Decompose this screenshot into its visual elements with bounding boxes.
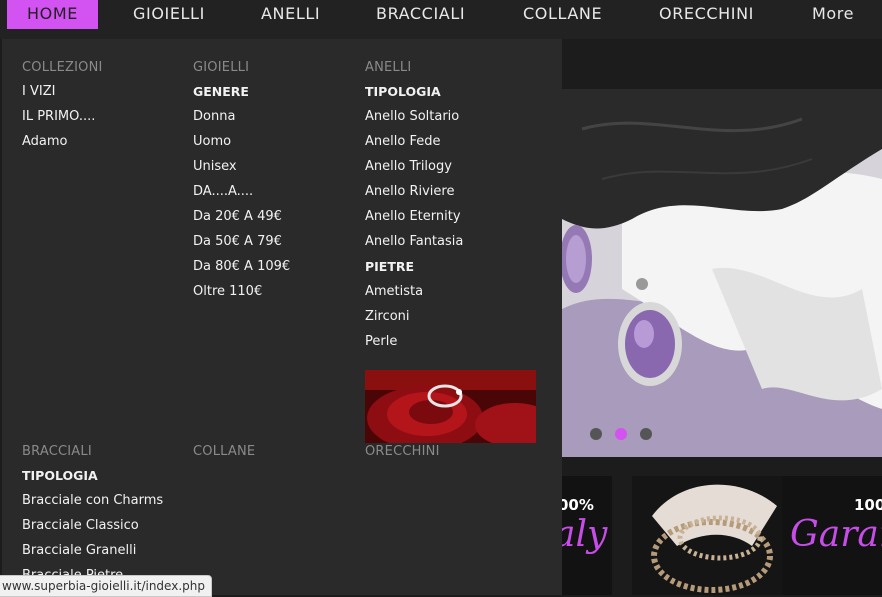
promo-script-text: aly xyxy=(562,514,608,555)
menu-link-zirconi[interactable]: Zirconi xyxy=(365,304,463,329)
menu-link-perle[interactable]: Perle xyxy=(365,329,463,354)
nav-anelli[interactable]: ANELLI xyxy=(261,0,320,29)
hero-slider-image xyxy=(562,89,882,457)
slider-dot-1[interactable] xyxy=(590,428,602,440)
menu-link-bracciale-charms[interactable]: Bracciale con Charms xyxy=(22,488,163,513)
menu-link-anello-riviere[interactable]: Anello Riviere xyxy=(365,179,463,204)
menu-column-title: COLLEZIONI xyxy=(22,60,103,75)
nav-bracciali[interactable]: BRACCIALI xyxy=(376,0,465,29)
menu-column-title: ANELLI xyxy=(365,60,412,75)
promo-guarantee[interactable]: 100 Garanti xyxy=(632,476,882,595)
promo-quality[interactable]: 00% aly xyxy=(562,476,612,595)
top-navigation: HOME GIOIELLI ANELLI BRACCIALI COLLANE O… xyxy=(0,0,882,39)
menu-link-adamo[interactable]: Adamo xyxy=(22,129,103,154)
menu-link-price-80-109[interactable]: Da 80€ A 109€ xyxy=(193,254,290,279)
menu-link-da-a[interactable]: DA....A.... xyxy=(193,179,290,204)
bracelet-photo xyxy=(632,476,782,595)
menu-link-donna[interactable]: Donna xyxy=(193,104,290,129)
nav-collane[interactable]: COLLANE xyxy=(523,0,602,29)
menu-link-price-50-79[interactable]: Da 50€ A 79€ xyxy=(193,229,290,254)
menu-link-price-over-110[interactable]: Oltre 110€ xyxy=(193,279,290,304)
menu-column-bracciali: BRACCIALI TIPOLOGIA Bracciale con Charms… xyxy=(22,441,163,588)
menu-link-price-20-49[interactable]: Da 20€ A 49€ xyxy=(193,204,290,229)
menu-column-collezioni: COLLEZIONI I VIZI IL PRIMO.... Adamo xyxy=(22,57,103,154)
menu-column-title: GIOIELLI xyxy=(193,60,250,75)
nav-gioielli[interactable]: GIOIELLI xyxy=(133,0,205,29)
slider-dot-3[interactable] xyxy=(640,428,652,440)
menu-subheading-tipologia[interactable]: TIPOLOGIA xyxy=(365,79,463,104)
ring-rose-image[interactable] xyxy=(365,370,536,443)
promo-script-text: Garanti xyxy=(790,514,882,555)
menu-link-bracciale-granelli[interactable]: Bracciale Granelli xyxy=(22,538,163,563)
menu-link-i-vizi[interactable]: I VIZI xyxy=(22,79,103,104)
menu-link-il-primo[interactable]: IL PRIMO.... xyxy=(22,104,103,129)
menu-link-uomo[interactable]: Uomo xyxy=(193,129,290,154)
menu-subheading-pietre[interactable]: PIETRE xyxy=(365,254,463,279)
menu-link-anello-eternity[interactable]: Anello Eternity xyxy=(365,204,463,229)
promo-percent: 00% xyxy=(562,496,594,514)
promo-percent: 100 xyxy=(854,496,882,514)
menu-subheading-genere[interactable]: GENERE xyxy=(193,79,290,104)
menu-column-title: BRACCIALI xyxy=(22,444,92,459)
nav-more[interactable]: More xyxy=(812,0,854,29)
ring-rose-photo xyxy=(365,370,536,443)
menu-link-bracciale-classico[interactable]: Bracciale Classico xyxy=(22,513,163,538)
menu-column-title: COLLANE xyxy=(193,444,256,459)
slider-dot-2[interactable] xyxy=(615,428,627,440)
menu-column-anelli: ANELLI TIPOLOGIA Anello Soltario Anello … xyxy=(365,57,463,354)
nav-home[interactable]: HOME xyxy=(7,0,98,29)
menu-link-anello-soltario[interactable]: Anello Soltario xyxy=(365,104,463,129)
menu-link-anello-fede[interactable]: Anello Fede xyxy=(365,129,463,154)
menu-column-orecchini: ORECCHINI xyxy=(365,441,440,463)
earrings-photo xyxy=(562,89,882,457)
menu-link-anello-fantasia[interactable]: Anello Fantasia xyxy=(365,229,463,254)
menu-subheading-tipologia[interactable]: TIPOLOGIA xyxy=(22,463,163,488)
menu-link-unisex[interactable]: Unisex xyxy=(193,154,290,179)
menu-column-collane: COLLANE xyxy=(193,441,255,463)
menu-column-gioielli: GIOIELLI GENERE Donna Uomo Unisex DA....… xyxy=(193,57,290,304)
menu-link-anello-trilogy[interactable]: Anello Trilogy xyxy=(365,154,463,179)
menu-column-title: ORECCHINI xyxy=(365,444,440,459)
mega-menu-dropdown: COLLEZIONI I VIZI IL PRIMO.... Adamo GIO… xyxy=(2,39,562,595)
menu-link-ametista[interactable]: Ametista xyxy=(365,279,463,304)
browser-status-url: www.superbia-gioielli.it/index.php xyxy=(0,575,212,597)
nav-orecchini[interactable]: ORECCHINI xyxy=(659,0,754,29)
